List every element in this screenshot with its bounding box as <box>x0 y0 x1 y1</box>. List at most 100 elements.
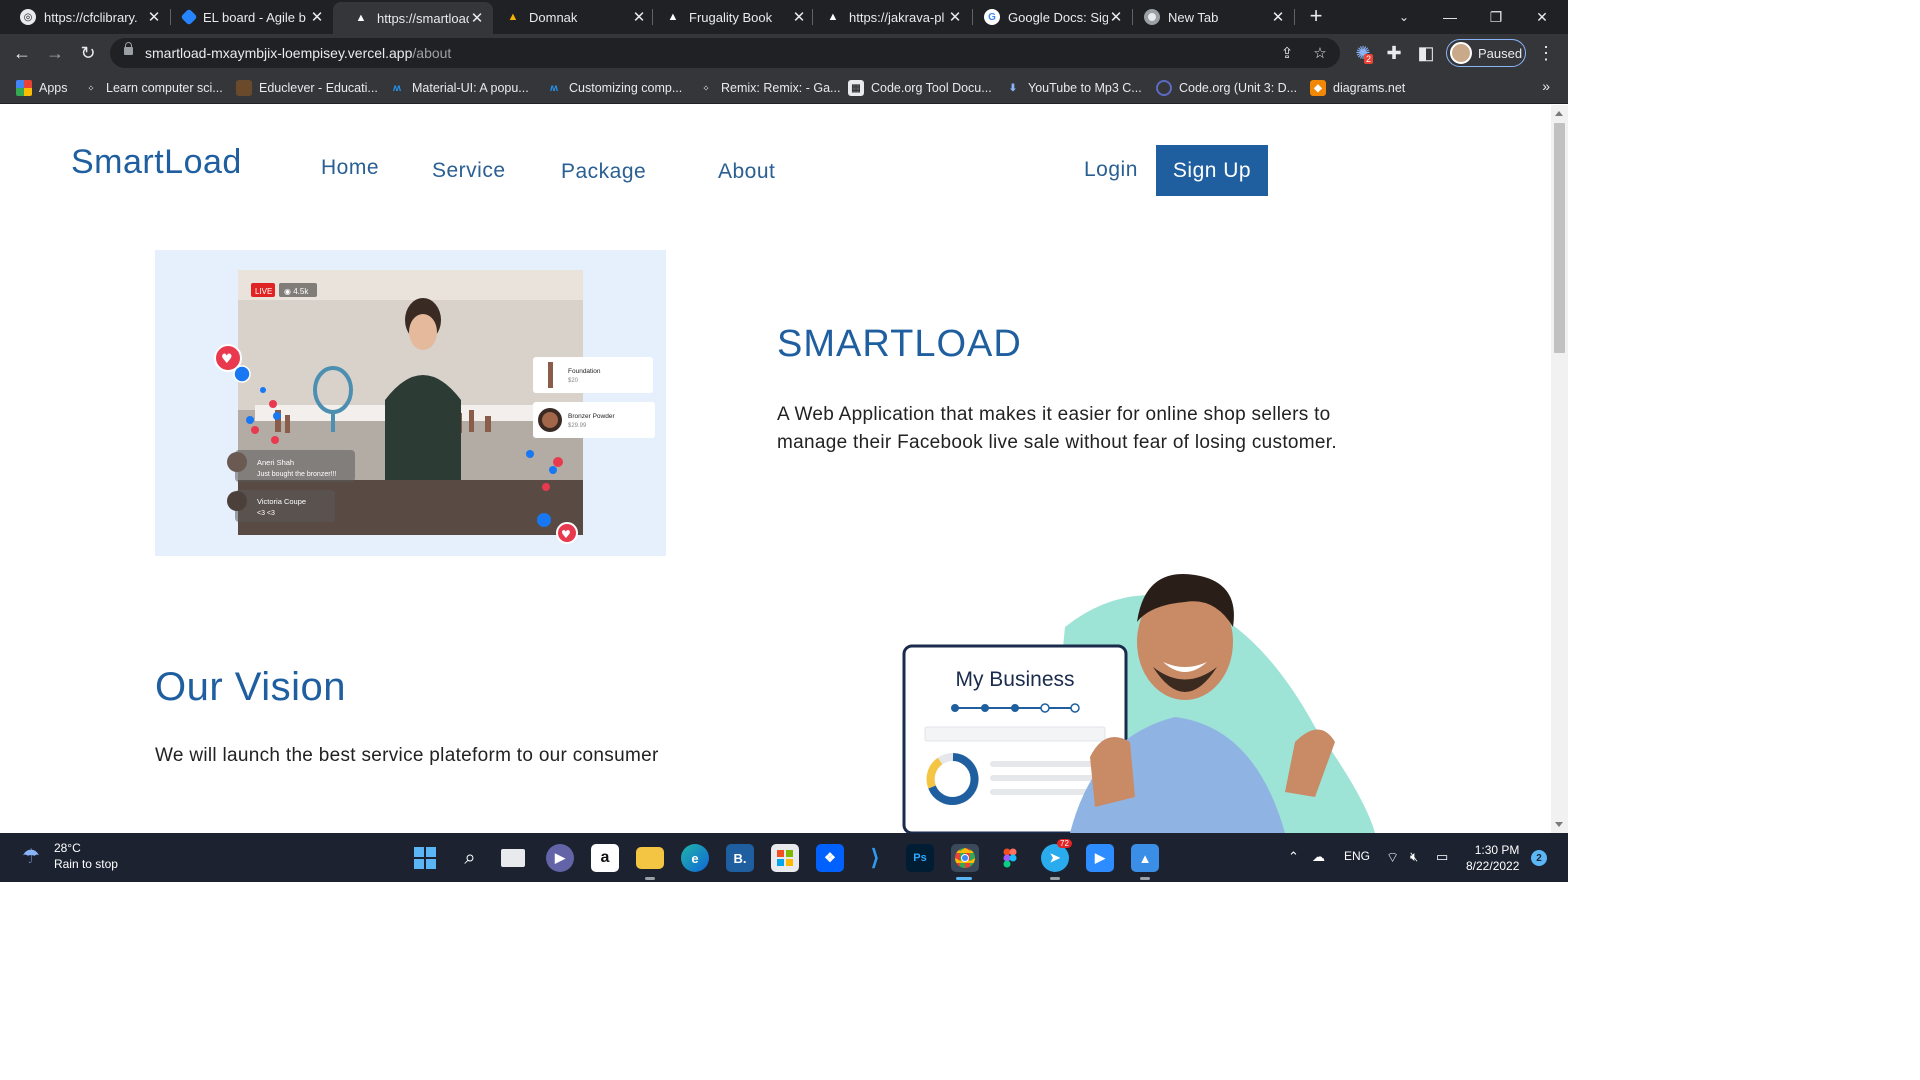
tab-google-docs[interactable]: G Google Docs: Sig ✕ <box>964 0 1132 34</box>
url-text[interactable]: smartload-mxaymbjix-loempisey.vercel.app… <box>145 45 451 61</box>
amazon-icon[interactable]: a <box>591 844 619 872</box>
tab-smartload[interactable]: ▲ https://smartload ✕ <box>333 2 493 34</box>
volume-muted-icon[interactable]: 🔇︎ <box>1410 849 1418 865</box>
bookmark-label: Code.org (Unit 3: D... <box>1179 81 1298 95</box>
forward-button[interactable]: → <box>43 41 67 65</box>
weather-temp: 28°C <box>53 841 81 855</box>
notification-badge[interactable]: 2 <box>1531 850 1547 866</box>
vscode-icon[interactable]: ⟩ <box>861 844 889 872</box>
weather-widget[interactable]: ☂ 28°C Rain to stop <box>22 841 118 871</box>
zoom-icon[interactable]: ▶ <box>1086 844 1114 872</box>
tab-title: New Tab <box>1168 9 1219 25</box>
bookmark-youtube-mp3[interactable]: ⬇ YouTube to Mp3 C... <box>1005 78 1142 98</box>
language-indicator[interactable]: ENG <box>1344 849 1370 863</box>
back-button[interactable]: ← <box>10 41 34 65</box>
tray-overflow-icon[interactable]: ⌃ <box>1288 849 1299 865</box>
educlever-icon <box>236 80 252 96</box>
site-logo[interactable]: SmartLoad <box>71 143 242 182</box>
bookmark-apps[interactable]: Apps <box>16 78 68 98</box>
tab-search-icon[interactable]: ⌄ <box>1381 0 1427 34</box>
tab-cfclibrary[interactable]: ◎ https://cfclibrary. ✕ <box>0 0 170 34</box>
bookmarks-overflow-icon[interactable]: » <box>1542 78 1550 94</box>
nav-package[interactable]: Package <box>561 160 646 184</box>
menu-kebab-icon[interactable]: ⋮ <box>1534 41 1558 65</box>
search-icon[interactable]: ⌕ <box>456 844 484 872</box>
chat-icon[interactable]: ▶ <box>546 844 574 872</box>
telegram-icon[interactable]: ➤ 72 <box>1041 839 1072 872</box>
bookmark-code-org-tool[interactable]: ▦ Code.org Tool Docu... <box>848 78 992 98</box>
store-icon[interactable] <box>771 844 799 872</box>
photoshop-icon[interactable]: Ps <box>906 844 934 872</box>
extension-icon[interactable]: ✺ 2 <box>1351 41 1375 65</box>
share-icon[interactable]: ⇪ <box>1278 44 1296 62</box>
window-close-button[interactable]: ✕ <box>1519 0 1565 34</box>
restore-button[interactable]: ❐ <box>1473 0 1519 34</box>
bookmark-diagrams[interactable]: ◆ diagrams.net <box>1310 78 1405 98</box>
address-bar[interactable]: smartload-mxaymbjix-loempisey.vercel.app… <box>110 38 1340 68</box>
onedrive-icon[interactable]: ☁ <box>1312 849 1325 865</box>
battery-icon[interactable]: ▭ <box>1436 849 1448 865</box>
edge-icon[interactable]: e <box>681 844 709 872</box>
tab-new-tab[interactable]: New Tab ✕ <box>1124 0 1294 34</box>
scroll-down-arrow[interactable] <box>1555 822 1563 827</box>
bookmark-educlever[interactable]: Educlever - Educati... <box>236 78 378 98</box>
profile-button[interactable]: Paused <box>1446 39 1526 67</box>
close-icon[interactable]: ✕ <box>469 9 485 27</box>
business-svg: My Business <box>902 573 1375 833</box>
bookmark-material-ui[interactable]: ʍ Material-UI: A popu... <box>389 78 529 98</box>
login-link[interactable]: Login <box>1084 158 1138 182</box>
tab-domnak[interactable]: ▲ Domnak ✕ <box>485 0 655 34</box>
bookmark-remix[interactable]: ⁘ Remix: Remix: - Ga... <box>698 78 841 98</box>
minimize-button[interactable]: — <box>1427 0 1473 34</box>
nav-about[interactable]: About <box>718 160 775 184</box>
tab-frugality-book[interactable]: ▲ Frugality Book ✕ <box>645 0 815 34</box>
nav-service[interactable]: Service <box>432 159 506 183</box>
bookmark-code-org-unit3[interactable]: Code.org (Unit 3: D... <box>1156 78 1297 98</box>
chrome-logo <box>955 848 975 868</box>
figma-icon[interactable] <box>996 844 1024 872</box>
clock-time: 1:30 PM <box>1474 843 1520 857</box>
bookmark-learn-cs[interactable]: ⁘ Learn computer sci... <box>83 78 223 98</box>
start-button[interactable] <box>411 844 439 872</box>
code-org-tool-icon: ▦ <box>848 80 864 96</box>
reload-button[interactable]: ↻ <box>76 41 100 65</box>
photos-icon[interactable]: ▲ <box>1131 844 1159 872</box>
live-sale-svg: LIVE ◉ 4.5k ♥ ♥ Foundation $20 Bronzer P… <box>214 270 655 544</box>
tab-jakrava[interactable]: ▲ https://jakrava-pl ✕ <box>805 0 971 34</box>
close-icon[interactable]: ✕ <box>309 8 325 26</box>
vercel-icon: ▲ <box>667 11 679 23</box>
side-panel-icon[interactable]: ◧ <box>1414 41 1438 65</box>
booking-icon[interactable]: B. <box>726 844 754 872</box>
tab-strip: ◎ https://cfclibrary. ✕ EL board - Agile… <box>0 0 1568 34</box>
scroll-up-arrow[interactable] <box>1555 111 1563 116</box>
wifi-icon[interactable]: ⌔ <box>1386 849 1399 867</box>
globe-icon: ◎ <box>20 9 36 25</box>
tab-divider <box>1294 9 1295 25</box>
scrollbar-thumb[interactable] <box>1554 123 1565 353</box>
close-icon[interactable]: ✕ <box>1270 8 1286 26</box>
tab-el-board[interactable]: EL board - Agile b ✕ <box>163 0 333 34</box>
tab-title: Google Docs: Sig <box>1008 9 1108 25</box>
bookmark-customizing[interactable]: ʍ Customizing comp... <box>546 78 682 98</box>
tab-title: EL board - Agile b <box>203 9 306 25</box>
signup-button[interactable]: Sign Up <box>1156 145 1268 196</box>
clock[interactable]: 1:30 PM 8/22/2022 <box>1466 842 1519 874</box>
extensions-puzzle-icon[interactable]: ✚ <box>1382 41 1406 65</box>
bookmarks-bar: Apps ⁘ Learn computer sci... Educlever -… <box>0 72 1568 104</box>
page-scrollbar[interactable] <box>1551 105 1568 833</box>
svg-text:♥: ♥ <box>561 528 571 541</box>
file-explorer-icon[interactable] <box>636 847 664 869</box>
bookmark-star-icon[interactable]: ☆ <box>1311 44 1329 62</box>
close-icon[interactable]: ✕ <box>146 8 162 26</box>
url-host: smartload-mxaymbjix-loempisey.vercel.app <box>145 45 413 61</box>
nav-home[interactable]: Home <box>321 156 379 180</box>
live-sale-illustration: LIVE ◉ 4.5k ♥ ♥ Foundation $20 Bronzer P… <box>155 250 666 556</box>
chrome-taskbar-icon[interactable] <box>951 844 979 872</box>
dropbox-icon[interactable]: ❖ <box>816 844 844 872</box>
task-view-icon[interactable] <box>501 849 525 867</box>
new-tab-button[interactable]: + <box>1305 5 1327 28</box>
close-icon[interactable]: ✕ <box>947 8 963 26</box>
mui-icon: ʍ <box>550 82 558 94</box>
close-icon[interactable]: ✕ <box>1108 8 1124 26</box>
live-badge: LIVE <box>255 287 272 296</box>
